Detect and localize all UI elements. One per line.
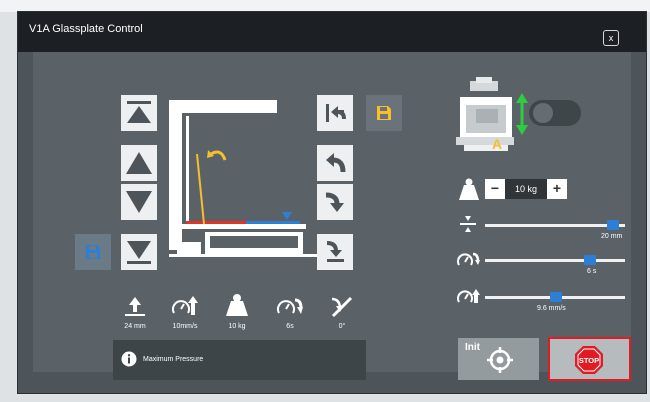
- stat-speed-value: 10mm/s: [172, 323, 198, 330]
- stat-weight-value: 10 kg: [228, 323, 246, 330]
- gauge-up-icon: [457, 289, 480, 303]
- glassplate-control-window: V1A Glassplate Control x 24 mm 10mm/s 10…: [17, 11, 647, 394]
- mode-label: A: [492, 136, 502, 152]
- info-icon: [121, 351, 137, 367]
- gauge-up-icon: [172, 296, 198, 315]
- close-button[interactable]: x: [603, 30, 619, 46]
- angle-icon: [331, 296, 353, 318]
- glassplate-arm: [196, 153, 205, 225]
- gap-slider-value: 20 mm: [601, 233, 623, 240]
- move-down-button[interactable]: [121, 184, 157, 220]
- control-panel: 24 mm 10mm/s 10 kg 6s 0° Maximum Pressur…: [33, 52, 631, 381]
- weight-icon: [226, 294, 248, 316]
- lower-button[interactable]: [317, 234, 353, 270]
- stop-label: STOP: [579, 356, 599, 365]
- move-to-top-icon: [127, 101, 151, 123]
- stop-sign-icon: STOP: [575, 346, 603, 374]
- stat-time-value: 6s: [286, 323, 294, 330]
- rotate-down-button[interactable]: [317, 184, 353, 220]
- gauge-rotate-icon: [457, 252, 480, 266]
- save-icon: [377, 106, 391, 120]
- weight-stepper: − 10 kg +: [485, 179, 567, 199]
- mode-toggle[interactable]: [529, 100, 581, 126]
- save-icon: [86, 245, 100, 259]
- move-up-button[interactable]: [121, 145, 157, 181]
- weight-decrease-button[interactable]: −: [485, 179, 505, 199]
- time-slider-value: 6 s: [587, 268, 597, 275]
- return-icon: [326, 104, 346, 122]
- gap-icon: [460, 216, 476, 232]
- rotate-down-icon: [325, 192, 344, 212]
- rotate-back-icon: [326, 153, 346, 173]
- speed-slider-value: 9.6 mm/s: [537, 305, 566, 312]
- arrow-up-icon: [126, 152, 152, 174]
- save-position-button[interactable]: [75, 234, 111, 270]
- press-diagram: [169, 100, 319, 257]
- info-text: Maximum Pressure: [143, 356, 204, 363]
- toggle-knob: [533, 103, 553, 123]
- window-title: V1A Glassplate Control: [29, 23, 143, 35]
- pressure-bar-red: [186, 221, 246, 224]
- rotate-back-button[interactable]: [317, 145, 353, 181]
- gap-slider-track[interactable]: [485, 224, 625, 227]
- time-slider-knob[interactable]: [583, 255, 596, 265]
- speed-slider-knob[interactable]: [550, 292, 563, 302]
- stat-angle-value: 0°: [338, 323, 346, 330]
- move-to-bottom-icon: [127, 241, 151, 264]
- gap-slider-knob[interactable]: [606, 220, 619, 230]
- move-to-bottom-button[interactable]: [121, 234, 157, 270]
- title-bar: V1A Glassplate Control x: [18, 12, 646, 52]
- press-bed: [210, 236, 298, 248]
- arrow-up-line-icon: [125, 297, 145, 316]
- save-top-button[interactable]: [366, 95, 402, 131]
- stop-button[interactable]: STOP: [548, 337, 631, 381]
- gauge-rotate-icon: [277, 298, 303, 314]
- stat-position-value: 24 mm: [124, 323, 146, 330]
- pressure-bar-blue: [246, 221, 300, 224]
- info-box: Maximum Pressure: [113, 340, 366, 380]
- weight-icon: [459, 178, 479, 200]
- move-to-top-button[interactable]: [121, 95, 157, 131]
- weight-increase-button[interactable]: +: [547, 179, 567, 199]
- weight-value: 10 kg: [514, 184, 538, 194]
- arrow-down-icon: [126, 191, 152, 213]
- machine-mode-icon: A: [456, 77, 528, 152]
- position-marker-icon: [282, 212, 292, 220]
- init-label: Init: [465, 342, 480, 353]
- time-slider-track[interactable]: [485, 259, 625, 262]
- crosshair-icon: [487, 347, 513, 373]
- return-button[interactable]: [317, 95, 353, 131]
- press-frame: [169, 100, 319, 257]
- init-button[interactable]: Init: [458, 338, 539, 380]
- lower-icon: [326, 241, 344, 262]
